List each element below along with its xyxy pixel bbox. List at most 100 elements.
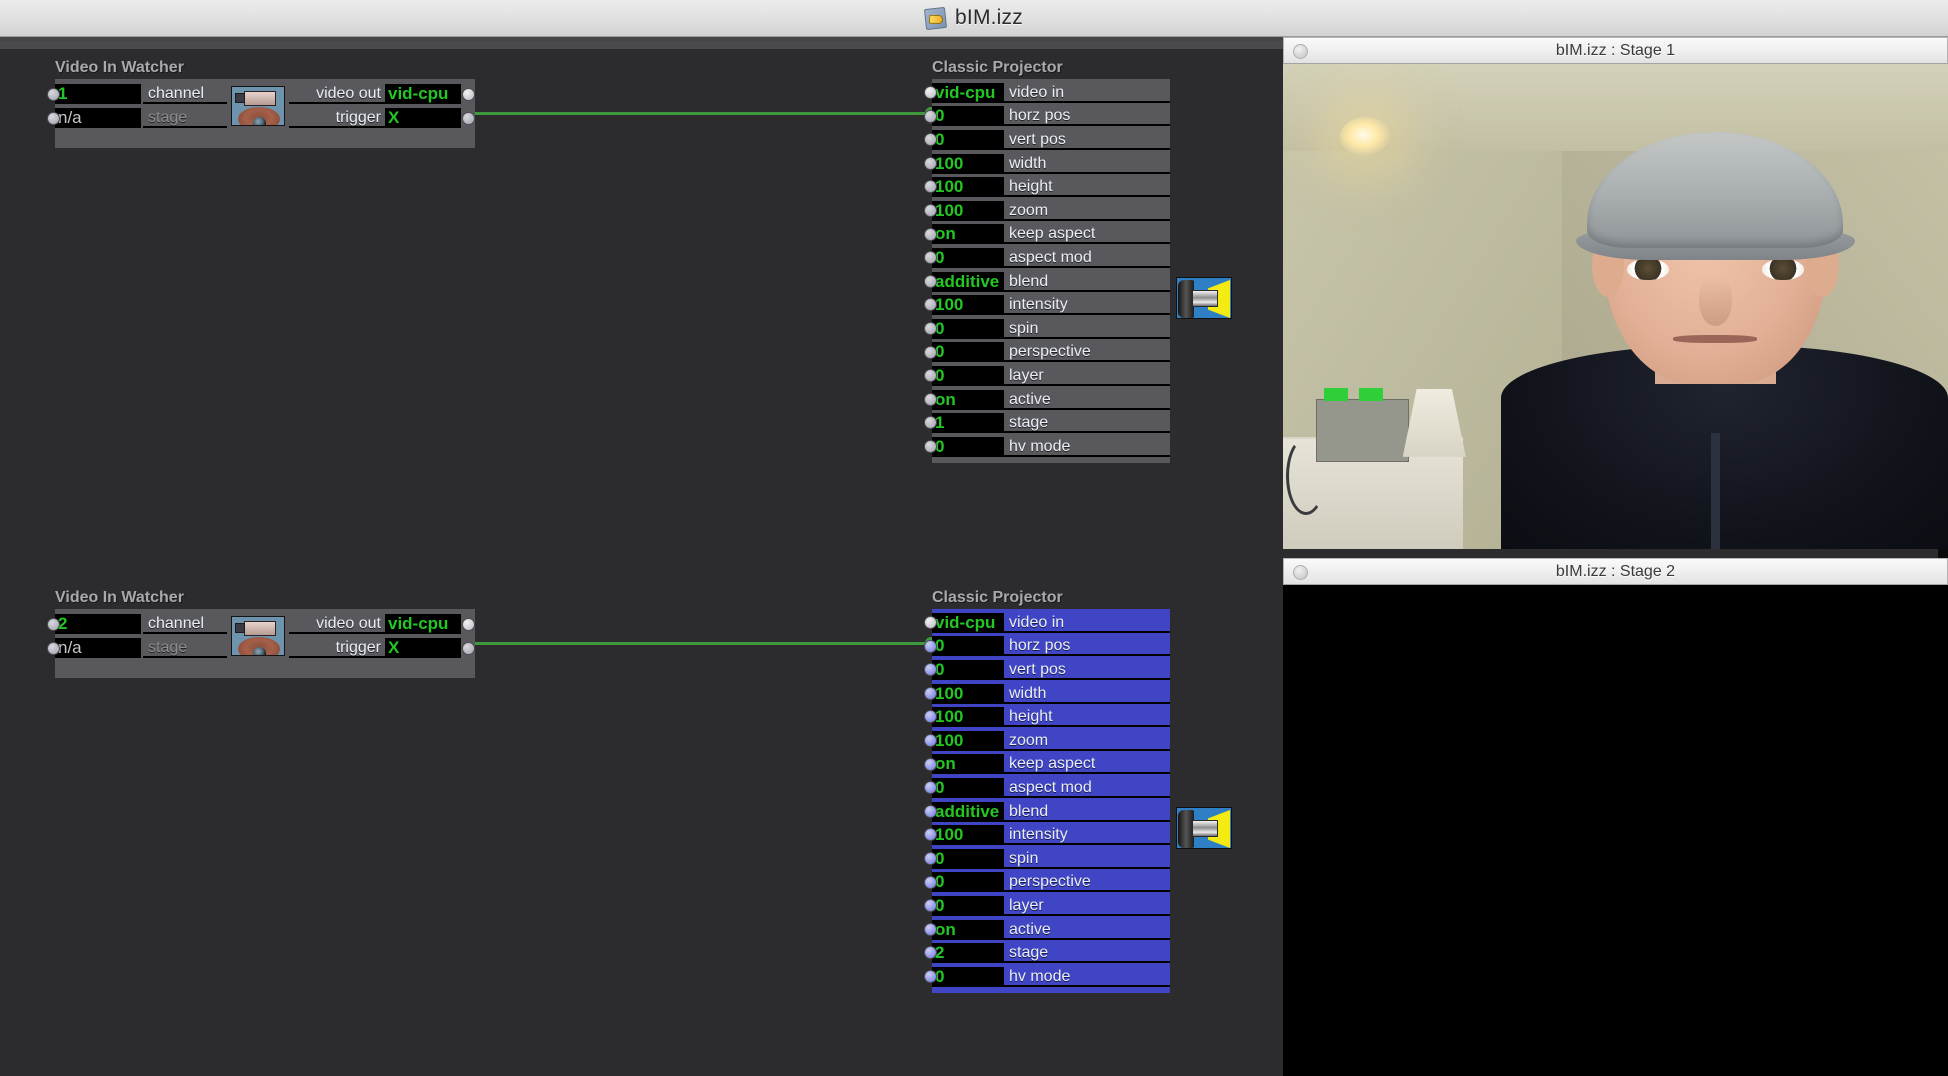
param-port-active[interactable] [925,393,936,405]
param-value-intensity[interactable]: 100 [932,295,1004,316]
param-value-zoom[interactable]: 100 [932,200,1004,221]
input-port-row-channel[interactable]: 1 [48,82,143,106]
param-value-keep-aspect[interactable]: on [932,224,1004,245]
param-value-hv-mode[interactable]: 0 [932,966,1004,987]
param-port-blend[interactable] [925,275,936,287]
param-port-blend[interactable] [925,805,936,817]
param-value-active[interactable]: on [932,919,1004,940]
patch-cable-2[interactable] [460,642,930,645]
param-row-zoom[interactable]: 100 zoom [925,199,1170,223]
param-port-perspective[interactable] [925,876,936,888]
param-value-blend[interactable]: additive [932,271,1004,292]
param-row-perspective[interactable]: 0 perspective [925,871,1170,895]
param-value-perspective[interactable]: 0 [932,872,1004,893]
param-value-spin[interactable]: 0 [932,848,1004,869]
param-value-perspective[interactable]: 0 [932,342,1004,363]
param-port-width[interactable] [925,157,936,169]
param-row-zoom[interactable]: 100 zoom [925,729,1170,753]
param-row-height[interactable]: 100 height [925,175,1170,199]
param-port-keep-aspect[interactable] [925,758,936,770]
patch-cable-1[interactable] [460,112,930,115]
stage-2-titlebar[interactable]: bIM.izz : Stage 2 [1283,558,1948,585]
output-port-row-video-out[interactable]: vid-cpu [385,82,474,106]
output-port-trigger[interactable] [463,113,474,124]
output-port-video-out[interactable] [463,619,474,630]
stage-1-window[interactable]: bIM.izz : Stage 1 [1283,37,1948,549]
param-value-height[interactable]: 100 [932,177,1004,198]
output-port-trigger[interactable] [463,643,474,654]
param-row-layer[interactable]: 0 layer [925,364,1170,388]
param-row-perspective[interactable]: 0 perspective [925,341,1170,365]
param-row-vert-pos[interactable]: 0 vert pos [925,658,1170,682]
param-port-spin[interactable] [925,322,936,334]
node-classic-projector-2[interactable]: Classic Projector vid-cpu video in 0 hor… [925,589,1232,993]
param-value-horz-pos[interactable]: 0 [932,106,1004,127]
param-port-keep-aspect[interactable] [925,228,936,240]
param-row-intensity[interactable]: 100 intensity [925,293,1170,317]
param-port-active[interactable] [925,923,936,935]
param-row-blend[interactable]: additive blend [925,270,1170,294]
input-value-stage[interactable]: n/a [55,108,141,128]
node-body[interactable]: 2 channel video out vid-cpu n/a stage tr… [48,609,475,678]
param-port-spin[interactable] [925,852,936,864]
param-row-active[interactable]: on active [925,388,1170,412]
param-row-horz-pos[interactable]: 0 horz pos [925,635,1170,659]
stage-2-output[interactable] [1283,585,1948,1076]
param-value-intensity[interactable]: 100 [932,825,1004,846]
input-value-channel[interactable]: 1 [55,84,141,104]
node-body[interactable]: 1 channel video out vid-cpu n/a stage tr… [48,79,475,148]
param-value-stage[interactable]: 1 [932,413,1004,434]
param-value-blend[interactable]: additive [932,801,1004,822]
input-port-row-stage[interactable]: n/a [48,636,143,660]
param-port-width[interactable] [925,687,936,699]
window-titlebar[interactable]: bIM.izz [0,0,1948,37]
param-row-layer[interactable]: 0 layer [925,894,1170,918]
param-port-hv-mode[interactable] [925,440,936,452]
param-port-video-in[interactable] [925,617,936,628]
input-port-stage[interactable] [48,643,59,654]
param-value-width[interactable]: 100 [932,153,1004,174]
node-body[interactable]: vid-cpu video in 0 horz pos 0 vert pos 1… [925,79,1232,463]
output-value-trigger[interactable]: X [385,108,461,128]
param-value-spin[interactable]: 0 [932,318,1004,339]
param-row-width[interactable]: 100 width [925,152,1170,176]
stage-2-window[interactable]: bIM.izz : Stage 2 [1283,558,1948,1076]
param-value-layer[interactable]: 0 [932,895,1004,916]
param-row-keep-aspect[interactable]: on keep aspect [925,753,1170,777]
param-row-hv-mode[interactable]: 0 hv mode [925,965,1170,989]
param-row-intensity[interactable]: 100 intensity [925,823,1170,847]
param-value-layer[interactable]: 0 [932,365,1004,386]
patch-canvas[interactable]: Video In Watcher 1 channel video out vid… [0,37,1283,1076]
output-value-video-out[interactable]: vid-cpu [385,84,461,104]
param-row-width[interactable]: 100 width [925,682,1170,706]
param-port-horz-pos[interactable] [925,640,936,652]
stage-1-output[interactable] [1283,64,1948,549]
param-value-vert-pos[interactable]: 0 [932,659,1004,680]
param-value-video-in[interactable]: vid-cpu [932,82,1004,103]
param-port-zoom[interactable] [925,204,936,216]
param-row-horz-pos[interactable]: 0 horz pos [925,105,1170,129]
input-port-channel[interactable] [48,619,59,630]
input-port-row-stage[interactable]: n/a [48,106,143,130]
param-value-keep-aspect[interactable]: on [932,754,1004,775]
node-body[interactable]: vid-cpu video in 0 horz pos 0 vert pos 1… [925,609,1232,993]
param-value-aspect-mod[interactable]: 0 [932,777,1004,798]
input-port-row-channel[interactable]: 2 [48,612,143,636]
param-value-stage[interactable]: 2 [932,943,1004,964]
input-port-channel[interactable] [48,89,59,100]
stage-1-close-button[interactable] [1293,44,1308,59]
param-port-horz-pos[interactable] [925,110,936,122]
param-port-video-in[interactable] [925,87,936,98]
param-row-keep-aspect[interactable]: on keep aspect [925,223,1170,247]
param-row-video-in[interactable]: vid-cpu video in [925,611,1170,635]
param-row-vert-pos[interactable]: 0 vert pos [925,128,1170,152]
output-port-row-trigger[interactable]: X [385,636,474,660]
param-value-horz-pos[interactable]: 0 [932,636,1004,657]
param-port-hv-mode[interactable] [925,970,936,982]
param-row-aspect-mod[interactable]: 0 aspect mod [925,776,1170,800]
param-value-zoom[interactable]: 100 [932,730,1004,751]
param-value-active[interactable]: on [932,389,1004,410]
input-value-channel[interactable]: 2 [55,614,141,634]
output-port-video-out[interactable] [463,89,474,100]
node-video-in-watcher-1[interactable]: Video In Watcher 1 channel video out vid… [48,59,475,148]
